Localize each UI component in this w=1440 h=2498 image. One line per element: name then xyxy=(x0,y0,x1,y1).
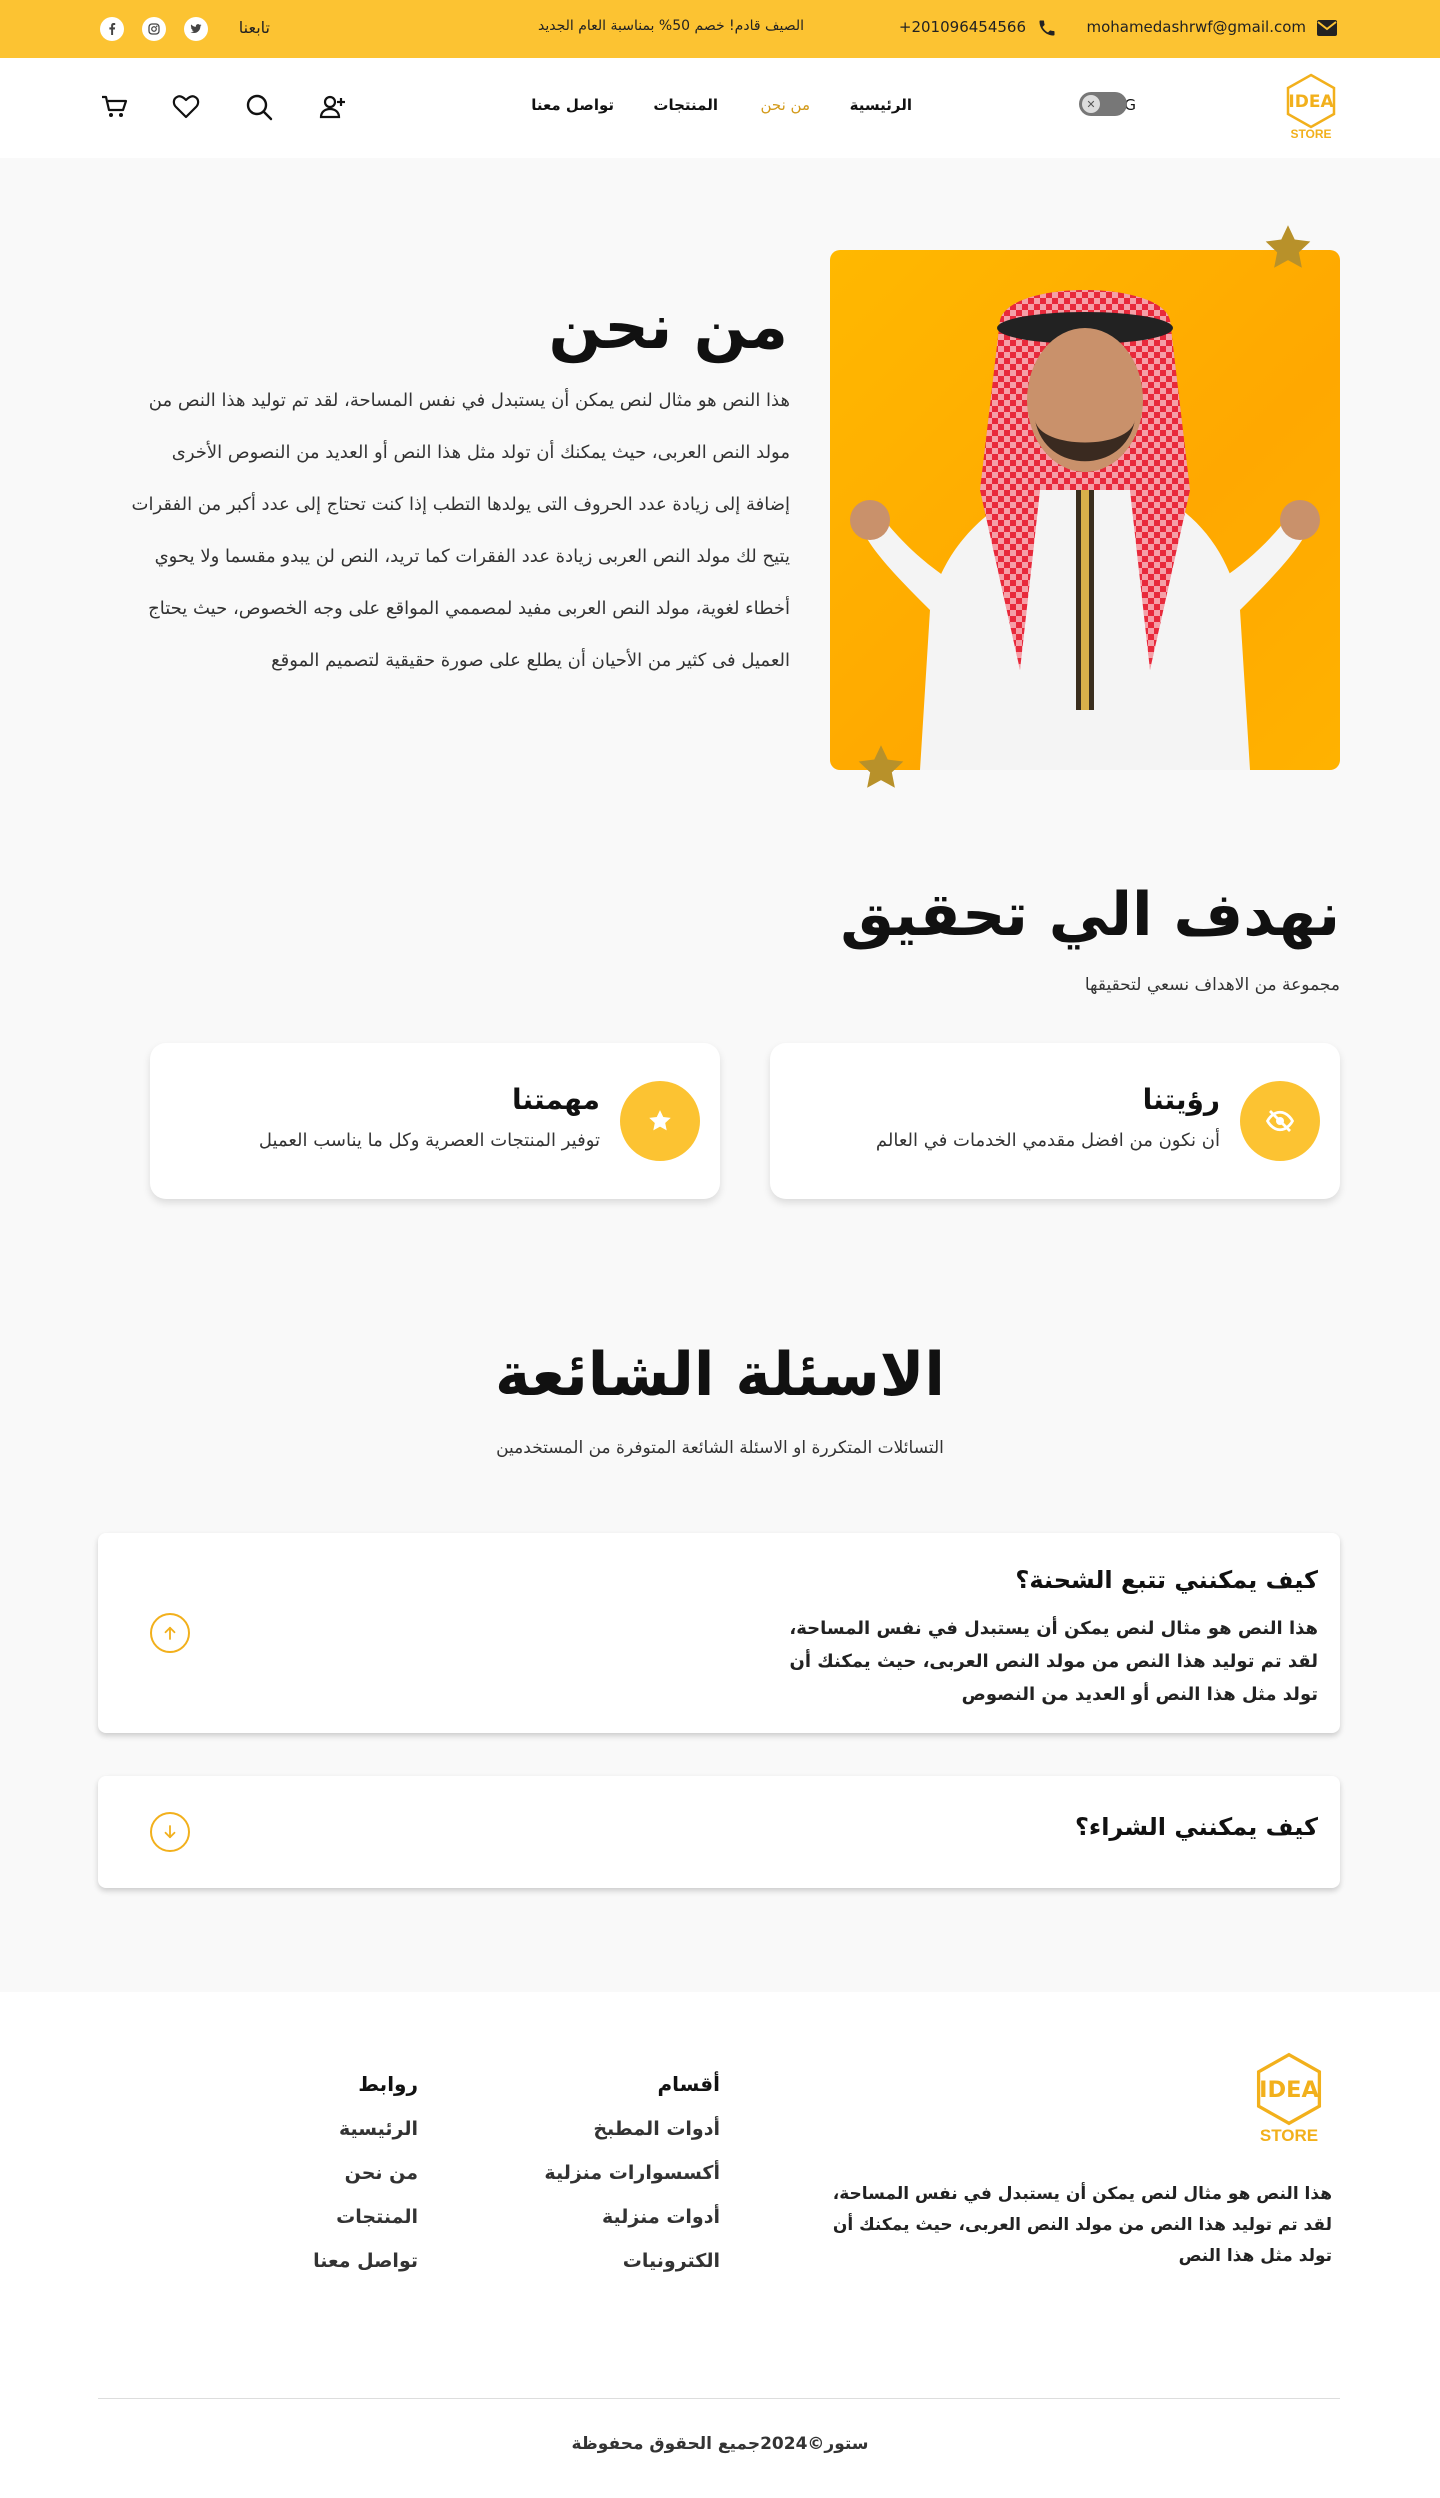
footer-links-title: روابط xyxy=(358,2072,418,2096)
footer: IDEA STORE هذا النص هو مثال لنص يمكن أن … xyxy=(0,1992,1440,2498)
close-icon: ✕ xyxy=(1082,95,1100,113)
goal-card-desc: أن نكون من افضل مقدمي الخدمات في العالم xyxy=(875,1130,1220,1151)
eye-slash-icon xyxy=(1240,1081,1320,1161)
footer-description: هذا النص هو مثال لنص يمكن أن يستبدل في ن… xyxy=(832,2184,1332,2266)
about-title: من نحن xyxy=(548,290,788,363)
search-icon[interactable] xyxy=(245,93,273,121)
cart-icon[interactable] xyxy=(100,93,128,121)
footer-section-link[interactable]: أدوات منزلية xyxy=(544,2206,720,2228)
contact-phone[interactable]: +201096454566 xyxy=(899,18,1026,36)
nav-link-home[interactable]: الرئيسية xyxy=(850,96,912,114)
copyright: ستور©2024جميع الحقوق محفوظة xyxy=(571,2434,869,2454)
footer-logo[interactable]: IDEA STORE xyxy=(1253,2052,1325,2148)
goal-card-mission: مهمتنا توفير المنتجات العصرية وكل ما ينا… xyxy=(150,1043,720,1199)
twitter-icon[interactable] xyxy=(184,17,208,41)
footer-link[interactable]: من نحن xyxy=(313,2162,418,2184)
footer-section-link[interactable]: أدوات المطبخ xyxy=(544,2118,720,2140)
goal-card-desc: توفير المنتجات العصرية وكل ما يناسب العم… xyxy=(258,1130,600,1151)
faq-question[interactable]: كيف يمكنني الشراء؟ xyxy=(1075,1813,1318,1841)
main-nav: IDEA STORE ENG الرئيسية من نحن المنتجات … xyxy=(0,58,1440,158)
faq-item-expanded[interactable]: كيف يمكنني تتبع الشحنة؟ هذا النص هو مثال… xyxy=(98,1533,1340,1733)
facebook-icon[interactable] xyxy=(100,17,124,41)
mail-icon xyxy=(1317,20,1337,36)
nav-link-about[interactable]: من نحن xyxy=(761,96,811,114)
nav-link-contact[interactable]: تواصل معنا xyxy=(531,96,614,114)
footer-divider xyxy=(98,2398,1340,2399)
about-body: هذا النص هو مثال لنص يمكن أن يستبدل في ن… xyxy=(131,390,790,671)
footer-section-link[interactable]: أكسسوارات منزلية xyxy=(544,2162,720,2184)
about-image xyxy=(830,250,1340,770)
star-icon xyxy=(620,1081,700,1161)
logo-text: STORE xyxy=(1290,127,1332,141)
star-decoration-icon xyxy=(855,742,907,794)
store-logo[interactable]: IDEA STORE xyxy=(1284,73,1338,143)
nav-link-products[interactable]: المنتجات xyxy=(653,96,718,114)
footer-sections: أقسام أدوات المطبخ أكسسوارات منزلية أدوا… xyxy=(544,2072,720,2294)
faq-subtitle: التسائلات المتكررة او الاسئلة الشائعة ال… xyxy=(496,1438,944,1458)
goal-card-vision: رؤيتنا أن نكون من افضل مقدمي الخدمات في … xyxy=(770,1043,1340,1199)
svg-text:IDEA: IDEA xyxy=(1288,92,1334,112)
language-toggle[interactable]: ✕ xyxy=(1079,92,1127,116)
add-user-icon[interactable] xyxy=(318,93,346,121)
heart-icon[interactable] xyxy=(172,93,200,121)
arrow-down-icon[interactable] xyxy=(150,1812,190,1852)
footer-section-link[interactable]: الكترونيات xyxy=(544,2250,720,2272)
faq-item-collapsed[interactable]: كيف يمكنني الشراء؟ xyxy=(98,1776,1340,1888)
star-decoration-icon xyxy=(1262,222,1314,274)
footer-links: روابط الرئيسية من نحن المنتجات تواصل معن… xyxy=(313,2072,418,2294)
footer-sections-title: أقسام xyxy=(657,2072,720,2096)
faq-question[interactable]: كيف يمكنني تتبع الشحنة؟ xyxy=(1015,1566,1318,1594)
contact-email[interactable]: mohamedashrwf@gmail.com xyxy=(1086,18,1306,36)
phone-icon xyxy=(1037,18,1057,38)
goal-card-title: رؤيتنا xyxy=(1142,1083,1220,1116)
follow-label: تابعنا xyxy=(238,18,270,37)
footer-link[interactable]: تواصل معنا xyxy=(313,2250,418,2272)
goals-title: نهدف الي تحقيق xyxy=(840,880,1340,950)
arrow-up-icon[interactable] xyxy=(150,1613,190,1653)
svg-text:IDEA: IDEA xyxy=(1259,2077,1319,2103)
goals-subtitle: مجموعة من الاهداف نسعي لتحقيقها xyxy=(1084,975,1340,995)
footer-link[interactable]: المنتجات xyxy=(313,2206,418,2228)
goal-card-title: مهمتنا xyxy=(512,1083,600,1116)
footer-logo-text: STORE xyxy=(1259,2126,1319,2145)
faq-title: الاسئلة الشائعة xyxy=(495,1340,945,1410)
faq-answer: هذا النص هو مثال لنص يمكن أن يستبدل في ن… xyxy=(789,1618,1318,1705)
instagram-icon[interactable] xyxy=(142,17,166,41)
top-bar: mohamedashrwf@gmail.com +201096454566 ال… xyxy=(0,0,1440,58)
promo-text: الصيف قادم! خصم 50% بمناسبة العام الجديد xyxy=(537,18,804,34)
footer-link[interactable]: الرئيسية xyxy=(313,2118,418,2140)
